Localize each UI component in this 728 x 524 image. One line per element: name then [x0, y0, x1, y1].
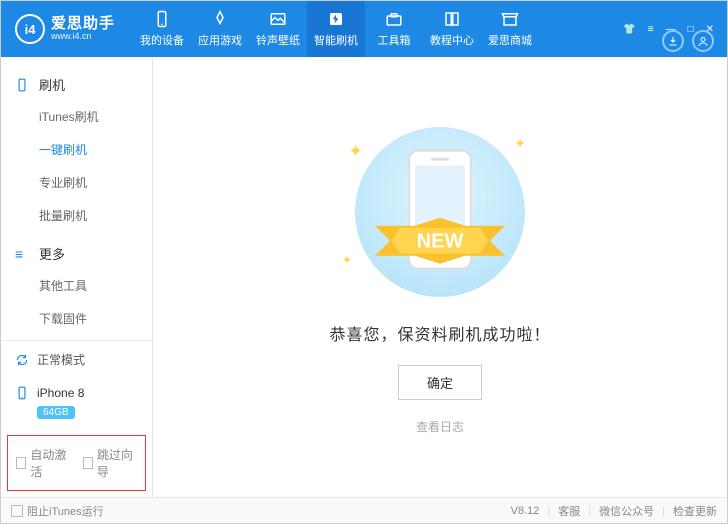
menu-icon[interactable]: ≡ [645, 22, 657, 37]
checkbox-skip-guide[interactable]: 跳过向导 [83, 446, 138, 480]
sidebar-device[interactable]: iPhone 8 [1, 378, 152, 404]
success-message: 恭喜您，保资料刷机成功啦！ [329, 321, 550, 345]
sidebar-section-label: 更多 [39, 244, 65, 263]
nav-wallpaper[interactable]: 铃声壁纸 [249, 1, 307, 57]
phone-icon [15, 78, 31, 92]
status-label: 正常模式 [37, 351, 85, 368]
nav-label: 工具箱 [378, 32, 411, 48]
footer-link-update[interactable]: 检查更新 [673, 503, 717, 519]
nav-label: 应用游戏 [198, 32, 242, 48]
content: ✦ ✦ ✦ NEW 恭喜您，保资料刷机成功啦！ 确定 查看日志 [153, 57, 727, 497]
nav-label: 我的设备 [140, 32, 184, 48]
nav-flash[interactable]: 智能刷机 [307, 1, 365, 57]
footer-link-support[interactable]: 客服 [558, 503, 580, 519]
svg-text:NEW: NEW [417, 230, 464, 252]
logo-subtitle: www.i4.cn [51, 32, 115, 42]
nav-label: 爱思商城 [488, 32, 532, 48]
device-name: iPhone 8 [37, 386, 84, 400]
nav-label: 铃声壁纸 [256, 32, 300, 48]
nav-toolbox[interactable]: 工具箱 [365, 1, 423, 57]
sidebar-status[interactable]: 正常模式 [1, 341, 152, 378]
more-icon: ≡ [15, 247, 31, 261]
flash-icon [327, 10, 345, 28]
storage-badge: 64GB [37, 406, 75, 419]
footer: 阻止iTunes运行 V8.12 | 客服 | 微信公众号 | 检查更新 [1, 497, 727, 523]
confirm-button[interactable]: 确定 [398, 365, 482, 400]
nav-label: 教程中心 [430, 32, 474, 48]
footer-link-wechat[interactable]: 微信公众号 [599, 503, 654, 519]
sidebar-section-more[interactable]: ≡ 更多 [1, 238, 152, 269]
header: i4 爱思助手 www.i4.cn 我的设备 应用游戏 铃声壁纸 智能刷机 工具… [1, 1, 727, 57]
checkbox-auto-activate[interactable]: 自动激活 [16, 446, 71, 480]
toolbox-icon [385, 10, 403, 28]
apps-icon [211, 10, 229, 28]
sidebar: 刷机 iTunes刷机 一键刷机 专业刷机 批量刷机 ≡ 更多 其他工具 下载固… [1, 57, 153, 497]
sidebar-item-pro-flash[interactable]: 专业刷机 [1, 166, 152, 199]
refresh-icon [15, 353, 29, 367]
sidebar-item-download-fw[interactable]: 下载固件 [1, 302, 152, 335]
version-label: V8.12 [511, 505, 540, 517]
logo-mark: i4 [15, 14, 45, 44]
nav-apps[interactable]: 应用游戏 [191, 1, 249, 57]
nav-tutorial[interactable]: 教程中心 [423, 1, 481, 57]
book-icon [443, 10, 461, 28]
download-button[interactable] [662, 30, 684, 52]
sparkle-icon: ✦ [348, 141, 363, 162]
nav-my-device[interactable]: 我的设备 [133, 1, 191, 57]
sidebar-item-other-tools[interactable]: 其他工具 [1, 269, 152, 302]
top-nav: 我的设备 应用游戏 铃声壁纸 智能刷机 工具箱 教程中心 爱思商城 [133, 1, 612, 57]
store-icon [501, 10, 519, 28]
success-illustration: ✦ ✦ ✦ NEW [340, 127, 540, 297]
sparkle-icon: ✦ [514, 135, 526, 152]
shirt-icon[interactable]: 👕 [620, 22, 638, 37]
body: 刷机 iTunes刷机 一键刷机 专业刷机 批量刷机 ≡ 更多 其他工具 下载固… [1, 57, 727, 497]
sidebar-section-label: 刷机 [39, 75, 65, 94]
activation-options: 自动激活 跳过向导 [7, 435, 146, 491]
sidebar-item-batch-flash[interactable]: 批量刷机 [1, 199, 152, 232]
phone-icon [153, 10, 171, 28]
sidebar-item-onekey-flash[interactable]: 一键刷机 [1, 133, 152, 166]
sparkle-icon: ✦ [342, 253, 352, 267]
sidebar-section-flash[interactable]: 刷机 [1, 69, 152, 100]
logo-title: 爱思助手 [51, 16, 115, 33]
nav-store[interactable]: 爱思商城 [481, 1, 539, 57]
sidebar-item-itunes-flash[interactable]: iTunes刷机 [1, 100, 152, 133]
app-logo[interactable]: i4 爱思助手 www.i4.cn [15, 14, 115, 44]
view-log-link[interactable]: 查看日志 [416, 418, 464, 435]
new-ribbon: NEW [370, 215, 510, 268]
image-icon [269, 10, 287, 28]
user-button[interactable] [692, 30, 714, 52]
checkbox-block-itunes[interactable]: 阻止iTunes运行 [11, 503, 104, 519]
nav-label: 智能刷机 [314, 32, 358, 48]
device-icon [15, 386, 29, 400]
